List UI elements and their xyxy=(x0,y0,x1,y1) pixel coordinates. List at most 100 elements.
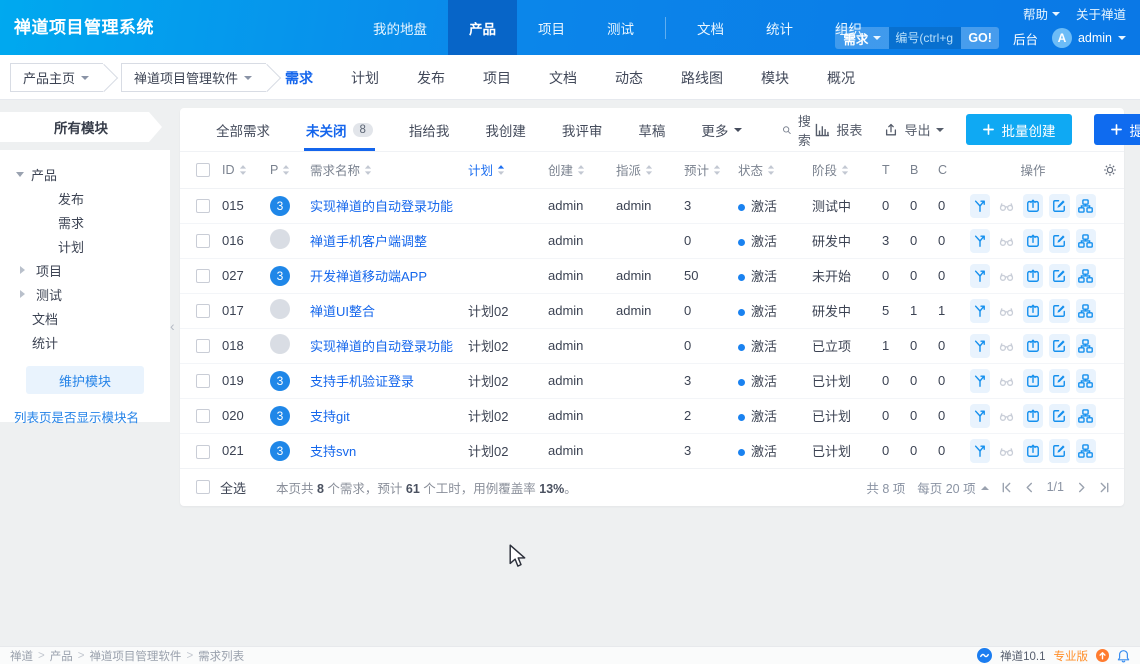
close-button[interactable] xyxy=(1023,439,1043,463)
report-button[interactable]: 报表 xyxy=(815,120,862,139)
filter-tab-6[interactable]: 更多 xyxy=(691,108,752,151)
filter-tab-1[interactable]: 未关闭8 xyxy=(296,108,383,151)
story-title-link[interactable]: 禅道UI整合 xyxy=(310,304,375,319)
prev-page-button[interactable] xyxy=(1024,482,1035,493)
per-page-dropdown[interactable]: 每页 20 项 xyxy=(917,478,988,497)
story-title-link[interactable]: 开发禅道移动端APP xyxy=(310,269,427,284)
story-title-link[interactable]: 支持手机验证登录 xyxy=(310,374,414,389)
next-page-button[interactable] xyxy=(1076,482,1087,493)
col-plan[interactable]: 计划 xyxy=(468,152,548,188)
module-tree-item-7[interactable]: 统计 xyxy=(0,330,170,354)
header-checkbox[interactable] xyxy=(196,163,210,177)
subdivide-button[interactable] xyxy=(1076,299,1096,323)
export-button[interactable]: 导出 xyxy=(884,120,944,139)
show-module-name-toggle-link[interactable]: 列表页是否显示模块名 xyxy=(14,407,170,426)
main-nav-item-1[interactable]: 产品 xyxy=(448,0,517,55)
module-tree-item-3[interactable]: 计划 xyxy=(0,234,170,258)
row-checkbox[interactable] xyxy=(196,304,210,318)
change-button[interactable] xyxy=(970,369,990,393)
col-checkbox[interactable] xyxy=(180,152,222,188)
cell-b-count[interactable]: 1 xyxy=(910,293,938,328)
module-tree-item-2[interactable]: 需求 xyxy=(0,210,170,234)
edit-button[interactable] xyxy=(1049,369,1069,393)
change-button[interactable] xyxy=(970,299,990,323)
product-menu-item-0[interactable]: 需求 xyxy=(285,68,313,88)
close-button[interactable] xyxy=(1023,334,1043,358)
change-button[interactable] xyxy=(970,404,990,428)
col-stage[interactable]: 阶段 xyxy=(812,152,882,188)
col-id[interactable]: ID xyxy=(222,152,270,188)
status-breadcrumb-item-2[interactable]: 禅道项目管理软件 xyxy=(89,648,181,664)
user-menu[interactable]: A admin xyxy=(1052,28,1126,48)
subdivide-button[interactable] xyxy=(1076,194,1096,218)
edit-button[interactable] xyxy=(1049,194,1069,218)
product-menu-item-1[interactable]: 计划 xyxy=(351,68,379,88)
module-tree-item-0[interactable]: 产品 xyxy=(0,162,170,186)
filter-tab-5[interactable]: 草稿 xyxy=(628,108,675,151)
change-button[interactable] xyxy=(970,194,990,218)
row-checkbox[interactable] xyxy=(196,445,210,459)
close-button[interactable] xyxy=(1023,404,1043,428)
subdivide-button[interactable] xyxy=(1076,404,1096,428)
product-menu-item-4[interactable]: 文档 xyxy=(549,68,577,88)
help-menu[interactable]: 帮助 xyxy=(1023,4,1060,23)
main-nav-item-3[interactable]: 测试 xyxy=(586,0,655,55)
col-case-count[interactable]: C xyxy=(938,152,970,188)
row-checkbox[interactable] xyxy=(196,339,210,353)
col-opened-by[interactable]: 创建 xyxy=(548,152,616,188)
col-task-count[interactable]: T xyxy=(882,152,910,188)
change-button[interactable] xyxy=(970,264,990,288)
row-checkbox[interactable] xyxy=(196,374,210,388)
sidebar-collapse-handle[interactable]: ‹ xyxy=(170,318,175,334)
main-nav-item-5[interactable]: 文档 xyxy=(676,0,745,55)
col-title[interactable]: 需求名称 xyxy=(310,152,468,188)
change-button[interactable] xyxy=(970,439,990,463)
about-link[interactable]: 关于禅道 xyxy=(1076,4,1126,23)
column-settings-gear[interactable] xyxy=(1096,152,1124,188)
change-button[interactable] xyxy=(970,334,990,358)
close-button[interactable] xyxy=(1023,229,1043,253)
row-checkbox[interactable] xyxy=(196,199,210,213)
go-button[interactable]: GO! xyxy=(961,27,999,49)
cell-t-count[interactable]: 5 xyxy=(882,293,910,328)
product-menu-item-5[interactable]: 动态 xyxy=(615,68,643,88)
product-menu-item-8[interactable]: 概况 xyxy=(827,68,855,88)
search-toggle[interactable]: 搜索 xyxy=(782,111,815,149)
col-bug-count[interactable]: B xyxy=(910,152,938,188)
story-title-link[interactable]: 实现禅道的自动登录功能 xyxy=(310,339,453,354)
col-status[interactable]: 状态 xyxy=(738,152,812,188)
row-checkbox[interactable] xyxy=(196,234,210,248)
story-title-link[interactable]: 支持svn xyxy=(310,444,356,459)
subdivide-button[interactable] xyxy=(1076,264,1096,288)
story-title-link[interactable]: 实现禅道的自动登录功能 xyxy=(310,199,453,214)
edit-button[interactable] xyxy=(1049,334,1069,358)
filter-tab-2[interactable]: 指给我 xyxy=(399,108,460,151)
product-menu-item-3[interactable]: 项目 xyxy=(483,68,511,88)
subdivide-button[interactable] xyxy=(1076,334,1096,358)
story-title-link[interactable]: 支持git xyxy=(310,409,350,424)
maintain-modules-button[interactable]: 维护模块 xyxy=(26,366,144,394)
main-nav-item-2[interactable]: 项目 xyxy=(517,0,586,55)
close-button[interactable] xyxy=(1023,264,1043,288)
row-checkbox[interactable] xyxy=(196,409,210,423)
status-breadcrumb-item-1[interactable]: 产品 xyxy=(50,648,73,664)
edit-button[interactable] xyxy=(1049,264,1069,288)
module-tree-item-1[interactable]: 发布 xyxy=(0,186,170,210)
main-nav-item-6[interactable]: 统计 xyxy=(745,0,814,55)
subdivide-button[interactable] xyxy=(1076,369,1096,393)
module-tree-item-5[interactable]: 测试 xyxy=(0,282,170,306)
cell-c-count[interactable]: 1 xyxy=(938,293,970,328)
create-story-button[interactable]: 提需求 xyxy=(1094,114,1140,145)
main-nav-item-0[interactable]: 我的地盘 xyxy=(352,0,448,55)
first-page-button[interactable] xyxy=(1001,482,1012,493)
close-button[interactable] xyxy=(1023,194,1043,218)
filter-tab-0[interactable]: 全部需求 xyxy=(206,108,280,151)
cell-t-count[interactable]: 1 xyxy=(882,328,910,363)
select-all-checkbox[interactable] xyxy=(196,480,210,494)
filter-tab-3[interactable]: 我创建 xyxy=(475,108,536,151)
module-tree-item-6[interactable]: 文档 xyxy=(0,306,170,330)
upgrade-icon[interactable] xyxy=(1096,649,1109,662)
edit-button[interactable] xyxy=(1049,404,1069,428)
change-button[interactable] xyxy=(970,229,990,253)
col-priority[interactable]: P xyxy=(270,152,310,188)
